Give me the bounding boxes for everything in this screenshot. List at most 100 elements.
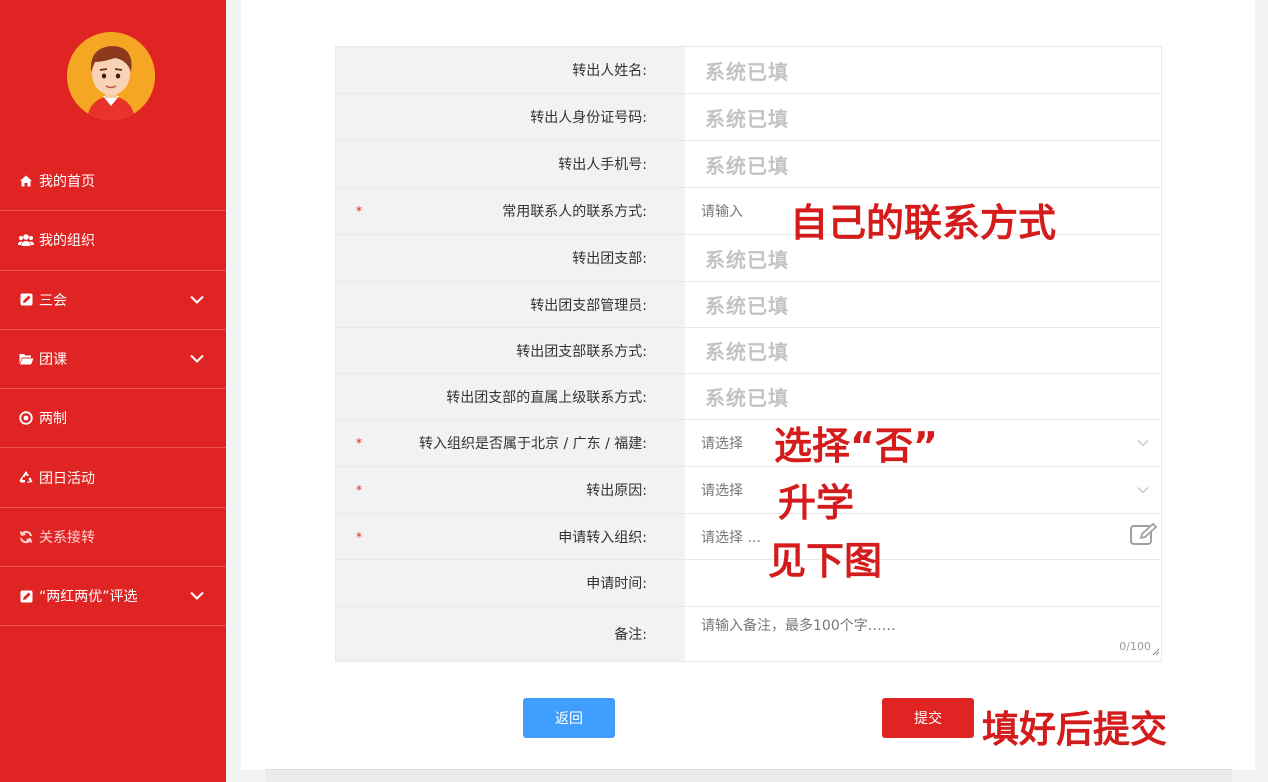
form-label: * 常用联系人的联系方式:: [336, 188, 685, 234]
transferor-phone-field: 系统已填: [685, 141, 1161, 187]
required-mark: *: [356, 529, 362, 544]
out-branch-contact-field: 系统已填: [685, 328, 1161, 373]
form-label-text: 转出团支部管理员:: [530, 297, 647, 314]
form-label-text: 备注:: [614, 627, 647, 643]
sidebar: 我的首页 我的组织 三会 团课 两制 团日活动 关系接转 “两红两优”评选: [0, 0, 226, 782]
annotation-see-below: 见下图: [768, 539, 883, 583]
prefilled-value: 系统已填: [705, 294, 789, 318]
annotation-reason: 升学: [778, 481, 855, 525]
form-label: 转出人手机号:: [336, 141, 685, 187]
annotation-submit-hint: 填好后提交: [982, 708, 1167, 751]
transferor-id-field: 系统已填: [685, 94, 1161, 140]
sidebar-item-league-class[interactable]: 团课: [0, 330, 226, 390]
submit-button[interactable]: 提交: [882, 698, 974, 738]
form-label: 转出人身份证号码:: [336, 94, 685, 140]
resize-handle-icon[interactable]: [1152, 644, 1160, 660]
edit-icon[interactable]: [1129, 522, 1159, 552]
sidebar-item-league-day[interactable]: 团日活动: [0, 448, 226, 508]
form-row: 转出团支部的直属上级联系方式: 系统已填: [336, 374, 1161, 420]
form-label-text: 申请转入组织:: [558, 529, 647, 546]
target-icon: [18, 410, 34, 426]
sidebar-item-selection[interactable]: “两红两优”评选: [0, 567, 226, 627]
out-branch-admin-field: 系统已填: [685, 282, 1161, 327]
form-label: 转出人姓名:: [336, 47, 685, 93]
chevron-down-icon: [1137, 482, 1149, 498]
form-label: 转出团支部联系方式:: [336, 328, 685, 373]
sidebar-item-three-meetings[interactable]: 三会: [0, 271, 226, 330]
sidebar-item-home[interactable]: 我的首页: [0, 152, 226, 212]
bottom-panel-edge: [265, 769, 1232, 782]
transferor-name-field: 系统已填: [685, 47, 1161, 93]
sidebar-item-label: 关系接转: [39, 529, 95, 546]
chevron-down-icon: [1137, 435, 1149, 451]
content-gutter: [226, 0, 241, 782]
form-label-text: 转出人手机号:: [558, 157, 647, 173]
form-label-text: 转入组织是否属于北京 / 广东 / 福建:: [419, 436, 647, 452]
select-placeholder: 请选择: [701, 436, 743, 452]
annotation-contact: 自己的联系方式: [790, 201, 1057, 245]
target-org-picker[interactable]: 请选择 ...: [685, 514, 1161, 559]
prefilled-value: 系统已填: [705, 106, 789, 131]
edit-icon: [18, 292, 34, 308]
picker-placeholder: 请选择 ...: [701, 529, 761, 546]
required-mark: *: [356, 436, 362, 450]
form-label: 申请时间:: [336, 560, 685, 606]
form-label: 备注:: [336, 607, 685, 661]
annotation-choose-no: 选择“否”: [774, 424, 938, 468]
form-row: 备注: 请输入备注，最多100个字…… 0/100: [336, 607, 1161, 661]
edit-icon: [18, 588, 34, 604]
avatar[interactable]: [67, 32, 155, 120]
reason-select[interactable]: 请选择: [685, 467, 1161, 513]
prefilled-value: 系统已填: [705, 386, 789, 410]
apply-time-field: [685, 560, 1161, 606]
form-label-text: 常用联系人的联系方式:: [502, 204, 647, 220]
form-label: * 申请转入组织:: [336, 514, 685, 559]
form-row: 转出人手机号: 系统已填: [336, 141, 1161, 188]
superior-contact-field: 系统已填: [685, 374, 1161, 419]
input-placeholder: 请输入: [701, 204, 743, 220]
sidebar-item-organization[interactable]: 我的组织: [0, 211, 226, 271]
form-label-text: 转出团支部的直属上级联系方式:: [446, 389, 647, 406]
form-row: * 申请转入组织: 请选择 ...: [336, 514, 1161, 560]
form-label: 转出团支部的直属上级联系方式:: [336, 374, 685, 419]
sidebar-nav: 我的首页 我的组织 三会 团课 两制 团日活动 关系接转 “两红两优”评选: [0, 152, 226, 627]
chevron-down-icon: [190, 292, 204, 308]
sidebar-item-label: 两制: [39, 411, 67, 428]
form-row: 转出人身份证号码: 系统已填: [336, 94, 1161, 141]
form-label: * 转出原因:: [336, 467, 685, 513]
sidebar-item-label: 我的首页: [39, 174, 95, 191]
folder-open-icon: [18, 351, 34, 367]
form-label-text: 转出团支部:: [572, 251, 647, 267]
prefilled-value: 系统已填: [705, 59, 789, 84]
users-icon: [18, 232, 34, 248]
prefilled-value: 系统已填: [705, 247, 789, 272]
select-placeholder: 请选择: [701, 483, 743, 499]
transfer-form: 转出人姓名: 系统已填 转出人身份证号码: 系统已填 转出人手机号: 系统已填 …: [335, 46, 1162, 662]
sidebar-item-two-systems[interactable]: 两制: [0, 389, 226, 449]
prefilled-value: 系统已填: [705, 340, 789, 364]
form-row: 转出人姓名: 系统已填: [336, 47, 1161, 94]
form-label: 转出团支部管理员:: [336, 282, 685, 327]
remarks-textarea[interactable]: 请输入备注，最多100个字…… 0/100: [685, 607, 1161, 661]
form-label: 转出团支部:: [336, 235, 685, 281]
home-icon: [18, 173, 34, 189]
required-mark: *: [356, 483, 362, 497]
chevron-down-icon: [190, 351, 204, 367]
sidebar-item-label: “两红两优”评选: [39, 589, 138, 606]
recycle-icon: [18, 470, 34, 486]
form-label-text: 申请时间:: [586, 576, 647, 592]
form-row: * 转出原因: 请选择: [336, 467, 1161, 514]
back-button[interactable]: 返回: [523, 698, 615, 738]
sidebar-item-relation-transfer[interactable]: 关系接转: [0, 508, 226, 568]
form-row: * 转入组织是否属于北京 / 广东 / 福建: 请选择: [336, 420, 1161, 467]
prefilled-value: 系统已填: [705, 153, 789, 178]
sidebar-item-label: 我的组织: [39, 233, 95, 250]
form-label-text: 转出团支部联系方式:: [516, 343, 647, 360]
form-label: * 转入组织是否属于北京 / 广东 / 福建:: [336, 420, 685, 466]
sidebar-item-label: 团课: [39, 352, 67, 369]
sidebar-item-label: 团日活动: [39, 470, 95, 487]
form-label-text: 转出原因:: [586, 483, 647, 499]
form-row: 转出团支部管理员: 系统已填: [336, 282, 1161, 328]
sidebar-item-label: 三会: [39, 292, 67, 309]
refresh-icon: [18, 529, 34, 545]
